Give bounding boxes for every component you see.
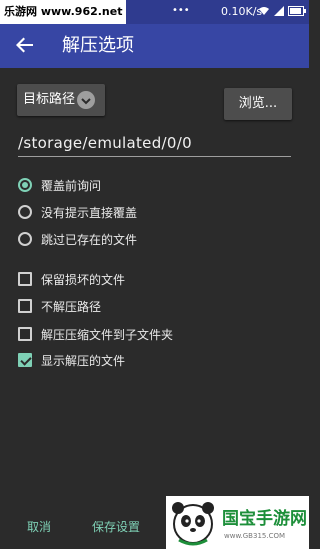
checkbox-label: 保留损坏的文件 [41, 272, 126, 287]
status-bar: 乐游网 www.962.net ••• 0.10K/s [0, 0, 309, 24]
radio-ask-before-overwrite[interactable]: 覆盖前询问 [18, 175, 101, 195]
arrow-back-icon[interactable] [14, 34, 36, 56]
radio-button[interactable] [18, 205, 32, 219]
radio-label: 没有提示直接覆盖 [41, 205, 138, 220]
browse-button[interactable]: 浏览... [224, 88, 292, 120]
radio-overwrite-without-prompt[interactable]: 没有提示直接覆盖 [18, 202, 137, 222]
target-path-label: 目标路径 [23, 92, 76, 107]
target-path-dropdown[interactable]: 目标路径 [17, 84, 105, 116]
site-watermark-label: 乐游网 www.962.net [0, 0, 127, 24]
checkbox[interactable] [18, 272, 32, 286]
brand-url: www.GB315.COM [224, 532, 286, 540]
wifi-icon [259, 7, 269, 15]
checkbox-extract-to-subfolder[interactable]: 解压压缩文件到子文件夹 [18, 324, 173, 344]
signal-icon [274, 6, 284, 16]
battery-icon [288, 6, 306, 16]
radio-button[interactable] [18, 232, 32, 246]
panda-logo-icon [172, 502, 214, 546]
checkbox-label: 显示解压的文件 [41, 353, 126, 368]
radio-skip-existing[interactable]: 跳过已存在的文件 [18, 229, 137, 249]
more-dots-icon: ••• [172, 5, 190, 16]
checkbox-show-extracted-files[interactable]: 显示解压的文件 [18, 350, 125, 370]
network-speed: 0.10K/s [221, 5, 263, 18]
radio-button-selected[interactable] [18, 178, 32, 192]
extract-options-panel: 目标路径 浏览... /storage/emulated/0/0 覆盖前询问 没… [0, 68, 309, 549]
save-settings-button[interactable]: 保存设置 [92, 518, 140, 535]
app-bar: 解压选项 [0, 24, 309, 68]
brand-text: 国宝手游网 [222, 509, 307, 529]
site-watermark-logo: 国宝手游网 www.GB315.COM [166, 496, 309, 549]
status-icons [258, 6, 306, 16]
checkbox[interactable] [18, 299, 32, 313]
checkbox[interactable] [18, 327, 32, 341]
checkbox-checked[interactable] [18, 353, 32, 367]
checkbox-keep-broken-files[interactable]: 保留损坏的文件 [18, 269, 125, 289]
radio-label: 覆盖前询问 [41, 178, 102, 193]
chevron-down-icon [77, 91, 95, 109]
path-input[interactable]: /storage/emulated/0/0 [18, 134, 291, 157]
cancel-button[interactable]: 取消 [27, 518, 51, 535]
radio-label: 跳过已存在的文件 [41, 232, 138, 247]
checkbox-label: 不解压路径 [41, 299, 102, 314]
checkbox-label: 解压压缩文件到子文件夹 [41, 327, 174, 342]
page-title: 解压选项 [62, 35, 134, 56]
checkbox-no-paths[interactable]: 不解压路径 [18, 296, 101, 316]
